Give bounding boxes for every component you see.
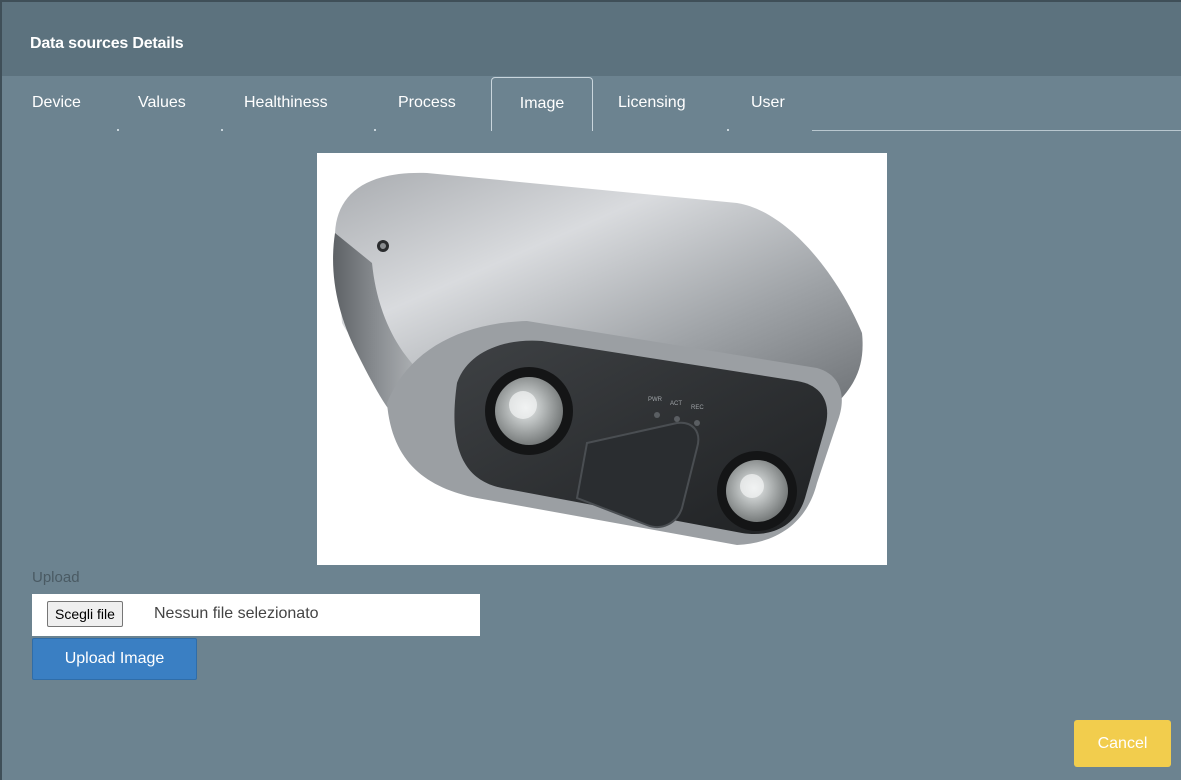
tab-healthiness[interactable]: Healthiness <box>244 94 328 112</box>
tab-process[interactable]: Process <box>398 94 456 112</box>
upload-label: Upload <box>32 569 80 586</box>
tab-separator <box>221 129 223 131</box>
device-image: PWR ACT REC <box>317 153 887 565</box>
camera-illustration: PWR ACT REC <box>333 172 863 545</box>
led-label: PWR <box>648 397 663 403</box>
tab-values[interactable]: Values <box>138 94 186 112</box>
tab-divider <box>812 130 1181 131</box>
data-sources-dialog: Data sources Details Device Values Healt… <box>0 0 1181 780</box>
tab-licensing[interactable]: Licensing <box>618 94 686 112</box>
file-input[interactable]: Scegli file Nessun file selezionato <box>32 594 480 636</box>
choose-file-button[interactable]: Scegli file <box>47 601 123 627</box>
dialog-header: Data sources Details <box>2 0 1181 76</box>
led-label: ACT <box>670 401 682 407</box>
dialog-title: Data sources Details <box>30 35 184 52</box>
tab-separator <box>727 129 729 131</box>
cancel-button[interactable]: Cancel <box>1074 720 1171 767</box>
tab-separator <box>117 129 119 131</box>
tab-bar: Device Values Healthiness Process Image … <box>2 76 1181 136</box>
tab-device[interactable]: Device <box>32 94 81 112</box>
led-label: REC <box>691 405 704 411</box>
tab-user[interactable]: User <box>751 94 785 112</box>
tab-separator <box>374 129 376 131</box>
upload-image-button[interactable]: Upload Image <box>32 638 197 680</box>
file-status: Nessun file selezionato <box>154 605 319 622</box>
tab-image-label: Image <box>519 95 565 112</box>
tab-image[interactable]: Image <box>491 77 593 131</box>
